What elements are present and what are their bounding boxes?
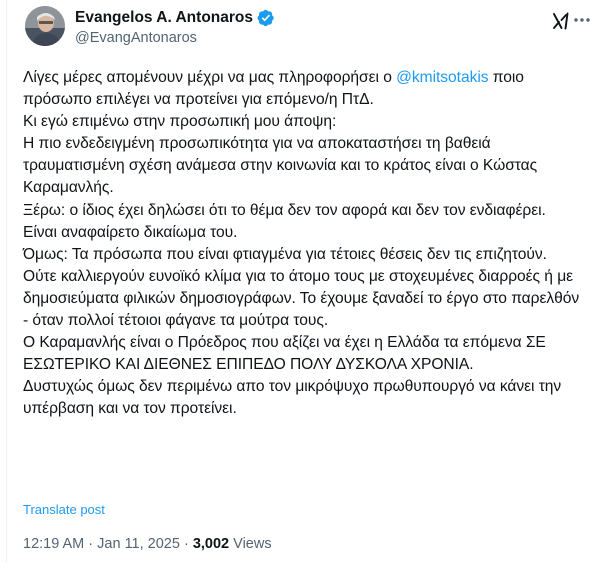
tweet-text-segment: Λίγες μέρες απομένουν μέχρι να μας πληρο… — [23, 69, 397, 86]
profile-photo — [25, 6, 65, 46]
tweet-paragraph-1: Λίγες μέρες απομένουν μέχρι να μας πληρο… — [23, 67, 583, 111]
meta-separator: · — [179, 536, 193, 552]
author-handle[interactable]: @EvangAntonaros — [75, 30, 275, 46]
author-block: Evangelos A. Antonaros @EvangAntonaros — [75, 8, 275, 46]
author-name-row: Evangelos A. Antonaros — [75, 8, 275, 28]
tweet-paragraph-4: Ξέρω: ο ίδιος έχει δηλώσει ότι το θέμα δ… — [23, 201, 546, 219]
verified-badge-icon — [257, 9, 274, 27]
tweet-paragraph-8: Δυστυχώς όμως δεν περιμένω απο τον μικρό… — [23, 378, 562, 418]
tweet-card: Evangelos A. Antonaros @EvangAntonaros Λ… — [6, 0, 595, 563]
tweet-paragraph-7: Ο Καραμανλής είναι ο Πρόεδρος που αξίζει… — [23, 334, 546, 374]
tweet-paragraph-2: Κι εγώ επιμένω στην προσωπική μου άποψη: — [23, 113, 337, 131]
tweet-meta: 12:19 AM · Jan 11, 2025 · 3,002 Views — [23, 536, 272, 552]
tweet-paragraph-5: Είναι αναφαίρετο δικαίωμα του. — [23, 223, 238, 241]
views-label: Views — [229, 536, 272, 552]
tweet-text: Λίγες μέρες απομένουν μέχρι να μας πληρο… — [23, 67, 583, 421]
tweet-paragraph-3: Η πιο ενδεδειγμένη προσωπικότητα για να … — [23, 135, 538, 197]
post-time[interactable]: 12:19 AM — [23, 536, 84, 552]
views-count: 3,002 — [192, 536, 230, 552]
meta-separator: · — [84, 536, 98, 552]
grok-icon[interactable] — [551, 11, 571, 31]
more-options-icon[interactable] — [573, 17, 591, 23]
translate-post-link[interactable]: Translate post — [23, 502, 105, 517]
tweet-paragraph-6: Όμως: Τα πρόσωπα που είναι φτιαγμένα για… — [23, 245, 580, 330]
mention-link[interactable]: @kmitsotakis — [396, 69, 488, 86]
author-avatar[interactable] — [25, 6, 65, 46]
post-date[interactable]: Jan 11, 2025 — [97, 536, 180, 552]
author-name[interactable]: Evangelos A. Antonaros — [75, 9, 253, 27]
